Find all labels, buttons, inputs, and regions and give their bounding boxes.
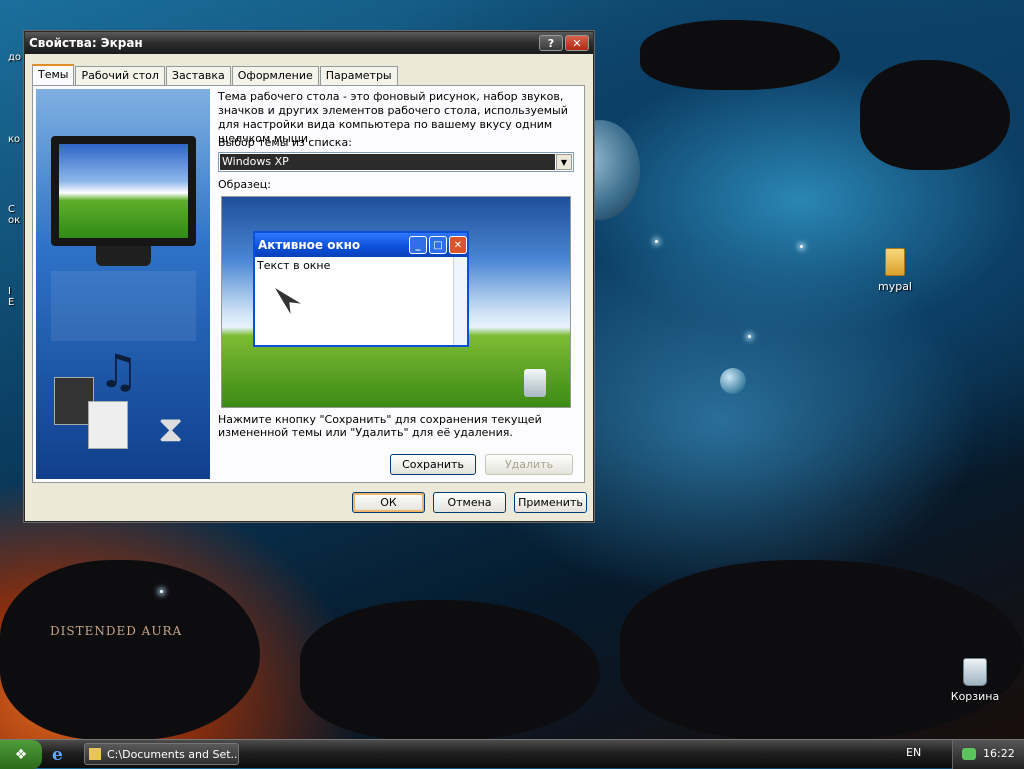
language-indicator[interactable]: EN [906,746,921,759]
maximize-icon: □ [429,236,447,254]
themes-panel: ♫ ⧗ Тема рабочего стола - это фоновый ри… [32,85,585,483]
sample-label: Образец: [218,178,271,191]
theme-select-label: Выбор темы из списка: [218,136,352,149]
theme-select[interactable]: Windows XP ▼ [218,152,574,172]
desktop-icon-label: Корзина [950,690,1000,703]
desktop-edge-label[interactable]: С ок [8,204,20,226]
tab-strip: Темы Рабочий стол Заставка Оформление Па… [32,64,399,85]
music-note-icon: ♫ [98,344,140,398]
preview-titlebar: Активное окно _ □ ✕ [255,233,467,257]
preview-window-title: Активное окно [258,238,361,252]
tab-settings[interactable]: Параметры [319,66,398,85]
wallpaper-asteroid [0,560,260,740]
wallpaper-moon [720,368,746,394]
folder-icon [89,748,101,760]
save-theme-button[interactable]: Сохранить [390,454,476,475]
cancel-button[interactable]: Отмена [433,492,506,513]
internet-explorer-icon[interactable]: e [52,745,63,765]
ok-button[interactable]: ОК [352,492,425,513]
wallpaper-asteroid [860,60,1010,170]
tab-screensaver[interactable]: Заставка [165,66,231,85]
wallpaper-star [160,590,163,593]
wallpaper-asteroid [300,600,600,740]
clock[interactable]: 16:22 [983,747,1015,760]
start-button[interactable]: ❖ [0,740,42,769]
taskbar-item-label: C:\Documents and Set... [107,747,239,761]
desktop-edge-label[interactable]: до [8,52,21,63]
tab-appearance[interactable]: Оформление [231,66,319,85]
dialog-title: Свойства: Экран [29,36,143,50]
wallpaper-asteroid [620,560,1024,740]
tab-desktop[interactable]: Рабочий стол [75,66,165,85]
theme-preview: Активное окно _ □ ✕ Текст в окне [221,196,571,408]
delete-theme-button[interactable]: Удалить [485,454,573,475]
wallpaper-star [655,240,658,243]
wallpaper-star [748,335,751,338]
apply-button[interactable]: Применить [514,492,587,513]
theme-select-value: Windows XP [220,154,555,170]
monitor-stand [96,246,151,266]
recycle-bin-icon [524,369,546,397]
network-icon[interactable] [962,748,976,760]
recycle-bin-icon [963,658,987,686]
wallpaper-star [800,245,803,248]
close-icon: ✕ [449,236,467,254]
taskbar-item-explorer[interactable]: C:\Documents and Set... [84,743,239,765]
hourglass-icon: ⧗ [158,409,184,450]
display-properties-dialog: Свойства: Экран ? ✕ Темы Рабочий стол За… [24,31,594,522]
preview-active-window: Активное окно _ □ ✕ Текст в окне [253,231,469,347]
folder-icon [885,248,905,276]
save-delete-hint: Нажмите кнопку "Сохранить" для сохранени… [218,413,542,439]
system-tray: 16:22 [952,740,1024,769]
wallpaper-asteroid [640,20,840,90]
desktop-edge-label[interactable]: ко [8,134,20,145]
themes-side-illustration: ♫ ⧗ [36,89,210,479]
minimize-icon: _ [409,236,427,254]
preview-scrollbar [453,257,467,345]
desktop-edge-label[interactable]: I E [8,286,14,308]
desktop-icon-label: mypal [877,280,912,293]
taskbar: ❖ e C:\Documents and Set... EN 16:22 [0,739,1024,769]
chevron-down-icon[interactable]: ▼ [556,154,572,170]
help-button[interactable]: ? [539,35,563,51]
close-button[interactable]: ✕ [565,35,589,51]
tab-themes[interactable]: Темы [32,64,75,85]
desktop-recycle-bin[interactable]: Корзина [940,658,1010,703]
desktop-folder-mypal[interactable]: mypal [860,248,930,293]
wallpaper-brand-text: DISTENDED AURA [50,624,183,638]
monitor-reflection [51,271,196,341]
mini-window-illustration [88,401,128,449]
dialog-titlebar[interactable]: Свойства: Экран ? ✕ [25,32,593,54]
monitor-illustration [51,136,196,246]
